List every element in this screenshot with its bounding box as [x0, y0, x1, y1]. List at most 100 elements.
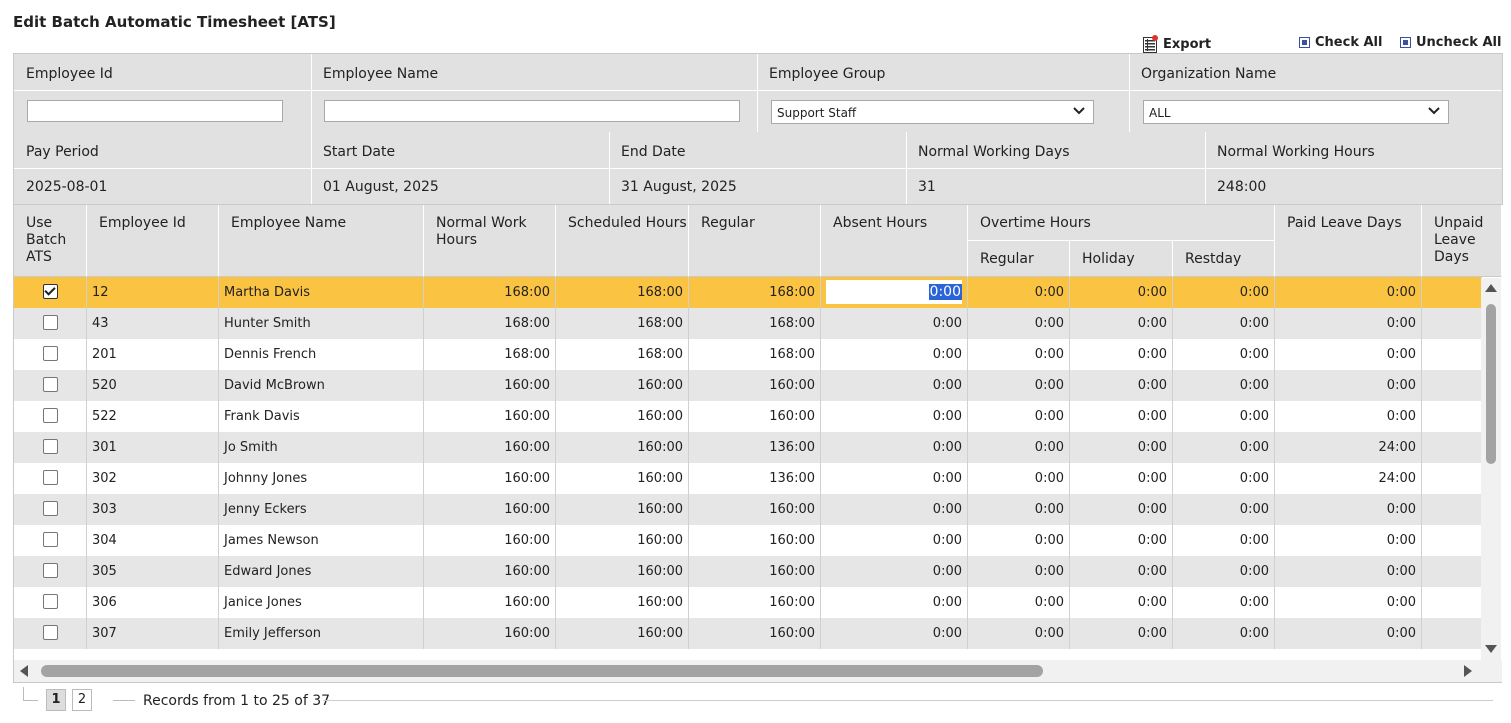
absent-cell[interactable]: 0:00 — [821, 494, 968, 525]
table-row[interactable]: 302 Johnny Jones 160:00 160:00 136:00 0:00 0:0… — [14, 463, 1482, 494]
absent-cell[interactable]: 0:00 — [821, 525, 968, 556]
table-row[interactable]: 306 Janice Jones 160:00 160:00 160:00 0:00 0:0… — [14, 587, 1482, 618]
use-batch-checkbox[interactable] — [42, 594, 58, 609]
normal-cell[interactable]: 160:00 — [424, 370, 556, 401]
regular-cell[interactable]: 160:00 — [689, 494, 821, 525]
sched-cell[interactable]: 160:00 — [556, 432, 689, 463]
use-batch-checkbox[interactable] — [42, 625, 58, 640]
paid-cell[interactable]: 0:00 — [1275, 339, 1422, 370]
scroll-down-icon[interactable] — [1485, 645, 1497, 653]
sched-cell[interactable]: 160:00 — [556, 494, 689, 525]
uncheck-all-button[interactable]: Uncheck All — [1400, 35, 1501, 50]
use-batch-checkbox[interactable] — [42, 501, 58, 516]
col-employee-id[interactable]: Employee Id — [87, 205, 219, 277]
sched-cell[interactable]: 168:00 — [556, 339, 689, 370]
table-row[interactable]: 303 Jenny Eckers 160:00 160:00 160:00 0:00 0:0… — [14, 494, 1482, 525]
normal-cell[interactable]: 160:00 — [424, 463, 556, 494]
use-batch-checkbox[interactable] — [42, 439, 58, 454]
organization-select[interactable]: ALL — [1143, 100, 1449, 124]
use-batch-checkbox[interactable] — [42, 532, 58, 547]
oth-cell[interactable]: 0:00 — [1070, 370, 1173, 401]
use-batch-checkbox[interactable] — [42, 315, 58, 330]
oth-cell[interactable]: 0:00 — [1070, 618, 1173, 649]
col-unpaid-leave[interactable]: Unpaid Leave Days — [1422, 205, 1502, 277]
normal-cell[interactable]: 160:00 — [424, 556, 556, 587]
regular-cell[interactable]: 160:00 — [689, 525, 821, 556]
paid-cell[interactable]: 0:00 — [1275, 618, 1422, 649]
normal-cell[interactable]: 168:00 — [424, 339, 556, 370]
paid-cell[interactable]: 0:00 — [1275, 587, 1422, 618]
otd-cell[interactable]: 0:00 — [1173, 308, 1275, 339]
regular-cell[interactable]: 160:00 — [689, 401, 821, 432]
normal-cell[interactable]: 160:00 — [424, 401, 556, 432]
otd-cell[interactable]: 0:00 — [1173, 339, 1275, 370]
otd-cell[interactable]: 0:00 — [1173, 587, 1275, 618]
check-all-button[interactable]: Check All — [1299, 35, 1382, 50]
absent-cell[interactable]: 0:00 — [821, 339, 968, 370]
normal-cell[interactable]: 168:00 — [424, 308, 556, 339]
otr-cell[interactable]: 0:00 — [968, 618, 1070, 649]
use-batch-checkbox[interactable] — [42, 470, 58, 485]
vertical-scroll-thumb[interactable] — [1486, 304, 1496, 464]
otr-cell[interactable]: 0:00 — [968, 432, 1070, 463]
absent-cell[interactable]: 0:00 — [821, 370, 968, 401]
otd-cell[interactable]: 0:00 — [1173, 494, 1275, 525]
oth-cell[interactable]: 0:00 — [1070, 432, 1173, 463]
col-employee-name[interactable]: Employee Name — [219, 205, 424, 277]
regular-cell[interactable]: 136:00 — [689, 432, 821, 463]
oth-cell[interactable]: 0:00 — [1070, 277, 1173, 308]
absent-cell[interactable]: 0:00 — [821, 556, 968, 587]
use-batch-checkbox[interactable] — [42, 563, 58, 578]
sched-cell[interactable]: 160:00 — [556, 525, 689, 556]
regular-cell[interactable]: 168:00 — [689, 339, 821, 370]
otr-cell[interactable]: 0:00 — [968, 556, 1070, 587]
col-ot-restday[interactable]: Restday — [1173, 241, 1275, 277]
paid-cell[interactable]: 0:00 — [1275, 525, 1422, 556]
sched-cell[interactable]: 160:00 — [556, 463, 689, 494]
scroll-right-icon[interactable] — [1464, 665, 1472, 677]
oth-cell[interactable]: 0:00 — [1070, 401, 1173, 432]
horizontal-scroll-thumb[interactable] — [41, 665, 1043, 677]
normal-cell[interactable]: 168:00 — [424, 277, 556, 308]
otd-cell[interactable]: 0:00 — [1173, 525, 1275, 556]
employee-name-input[interactable] — [324, 100, 740, 122]
table-row[interactable]: 305 Edward Jones 160:00 160:00 160:00 0:00 0:0… — [14, 556, 1482, 587]
page-button-1[interactable]: 1 — [46, 689, 66, 711]
col-paid-leave[interactable]: Paid Leave Days — [1275, 205, 1422, 277]
page-button-2[interactable]: 2 — [72, 689, 92, 711]
otr-cell[interactable]: 0:00 — [968, 339, 1070, 370]
regular-cell[interactable]: 168:00 — [689, 277, 821, 308]
normal-cell[interactable]: 160:00 — [424, 618, 556, 649]
paid-cell[interactable]: 24:00 — [1275, 432, 1422, 463]
sched-cell[interactable]: 160:00 — [556, 401, 689, 432]
absent-cell[interactable]: 0:00 — [821, 432, 968, 463]
col-ot-holiday[interactable]: Holiday — [1070, 241, 1173, 277]
oth-cell[interactable]: 0:00 — [1070, 494, 1173, 525]
sched-cell[interactable]: 168:00 — [556, 308, 689, 339]
absent-cell[interactable]: 0:00 — [821, 587, 968, 618]
use-batch-checkbox[interactable] — [42, 377, 58, 392]
oth-cell[interactable]: 0:00 — [1070, 463, 1173, 494]
oth-cell[interactable]: 0:00 — [1070, 339, 1173, 370]
sched-cell[interactable]: 168:00 — [556, 277, 689, 308]
table-row[interactable]: 307 Emily Jefferson 160:00 160:00 160:00 0:00… — [14, 618, 1482, 649]
paid-cell[interactable]: 24:00 — [1275, 463, 1422, 494]
absent-cell[interactable]: 0:00 — [821, 618, 968, 649]
horizontal-scrollbar[interactable] — [13, 660, 1502, 683]
normal-cell[interactable]: 160:00 — [424, 432, 556, 463]
oth-cell[interactable]: 0:00 — [1070, 308, 1173, 339]
table-row[interactable]: 201 Dennis French 168:00 168:00 168:00 0:00 0:… — [14, 339, 1482, 370]
normal-cell[interactable]: 160:00 — [424, 587, 556, 618]
col-ot-regular[interactable]: Regular — [968, 241, 1070, 277]
regular-cell[interactable]: 160:00 — [689, 370, 821, 401]
normal-cell[interactable]: 160:00 — [424, 525, 556, 556]
table-row[interactable]: 43 Hunter Smith 168:00 168:00 168:00 0:00 0:00… — [14, 308, 1482, 339]
table-row[interactable]: 301 Jo Smith 160:00 160:00 136:00 0:00 0:00 0:0… — [14, 432, 1482, 463]
absent-hours-cell[interactable]: 0:00 — [821, 277, 968, 308]
absent-cell[interactable]: 0:00 — [821, 308, 968, 339]
paid-cell[interactable]: 0:00 — [1275, 494, 1422, 525]
otd-cell[interactable]: 0:00 — [1173, 556, 1275, 587]
sched-cell[interactable]: 160:00 — [556, 618, 689, 649]
regular-cell[interactable]: 160:00 — [689, 556, 821, 587]
vertical-scrollbar[interactable] — [1481, 278, 1501, 660]
